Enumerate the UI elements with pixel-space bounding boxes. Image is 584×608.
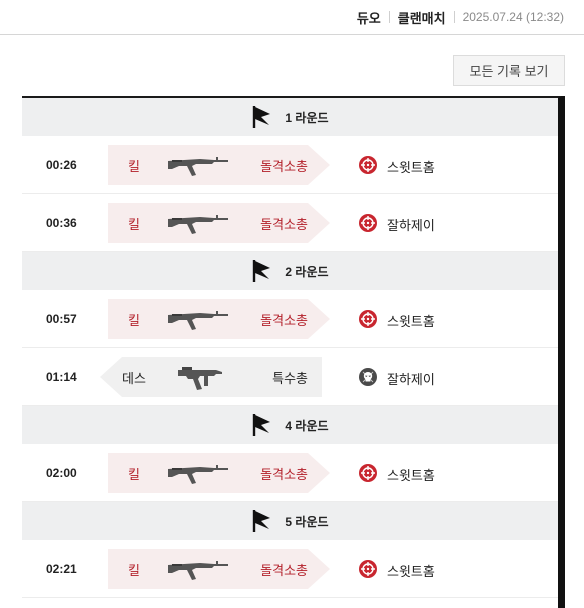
match-type: 클랜매치 <box>397 10 446 26</box>
weapon-class-label: 돌격소총 <box>260 158 308 174</box>
kill-event-row[interactable]: 02:21 킬 돌격소총 스윗트홈 <box>22 540 558 598</box>
player-name[interactable]: 스윗트홈 <box>387 157 435 176</box>
event-time: 00:57 <box>46 312 77 326</box>
round-label: 1 라운드 <box>285 110 329 125</box>
kill-plate: 킬 돌격소총 <box>108 145 330 185</box>
kill-plate: 킬 돌격소총 <box>108 453 330 493</box>
kill-plate: 킬 돌격소총 <box>108 203 330 243</box>
crosshair-icon <box>359 214 377 232</box>
event-type-label: 데스 <box>122 370 146 386</box>
crosshair-icon <box>359 310 377 328</box>
weapon-class-label: 돌격소총 <box>260 466 308 482</box>
flag-icon <box>251 259 285 283</box>
event-time: 01:14 <box>46 370 77 384</box>
kill-event-row[interactable]: 02:00 킬 돌격소총 스윗트홈 <box>22 444 558 502</box>
assault-rifle-icon <box>166 211 230 238</box>
weapon-class-label: 돌격소총 <box>260 562 308 578</box>
flag-icon <box>251 413 285 437</box>
flag-icon <box>251 105 285 129</box>
crosshair-icon <box>359 156 377 174</box>
crosshair-icon <box>359 464 377 482</box>
scrollbar[interactable] <box>561 96 565 608</box>
round-header: 5 라운드 <box>22 502 558 540</box>
player-name[interactable]: 스윗트홈 <box>387 465 435 484</box>
death-event-row[interactable]: 01:14 데스 특수총 잘하제이 <box>22 348 558 406</box>
kill-event-row[interactable]: 00:57 킬 돌격소총 스윗트홈 <box>22 290 558 348</box>
player-name[interactable]: 잘하제이 <box>387 215 435 234</box>
flag-icon <box>251 509 285 533</box>
weapon-class-label: 돌격소총 <box>260 312 308 328</box>
round-label: 4 라운드 <box>285 418 329 433</box>
header-divider <box>453 11 455 23</box>
event-type-label: 킬 <box>128 158 140 174</box>
match-mode: 듀오 <box>356 10 381 26</box>
weapon-class-label: 돌격소총 <box>260 216 308 232</box>
kill-plate: 킬 돌격소총 <box>108 549 330 589</box>
player-name[interactable]: 스윗트홈 <box>387 561 435 580</box>
round-label: 5 라운드 <box>285 514 329 529</box>
match-date: 2025.07.24 (12:32) <box>462 10 564 24</box>
event-type-label: 킬 <box>128 312 140 328</box>
assault-rifle-icon <box>166 461 230 488</box>
round-timeline: 1 라운드 00:26 킬 돌격소총 스윗트홈 00:36 킬 돌격소총 잘하제이 2 라운드 00… <box>22 96 562 608</box>
event-type-label: 킬 <box>128 216 140 232</box>
event-type-label: 킬 <box>128 466 140 482</box>
assault-rifle-icon <box>166 557 230 584</box>
weapon-class-label: 특수총 <box>272 370 308 386</box>
round-header: 4 라운드 <box>22 406 558 444</box>
kill-event-row[interactable]: 00:36 킬 돌격소총 잘하제이 <box>22 194 558 252</box>
event-time: 02:21 <box>46 562 77 576</box>
crosshair-icon <box>359 560 377 578</box>
kill-plate: 킬 돌격소총 <box>108 299 330 339</box>
submachine-gun-icon <box>176 365 224 394</box>
event-time: 00:36 <box>46 216 77 230</box>
event-type-label: 킬 <box>128 562 140 578</box>
view-all-records-button[interactable]: 모든 기록 보기 <box>453 55 565 86</box>
round-label: 2 라운드 <box>285 264 329 279</box>
event-time: 00:26 <box>46 158 77 172</box>
header-divider <box>388 11 390 23</box>
player-name[interactable]: 잘하제이 <box>387 369 435 388</box>
event-time: 02:00 <box>46 466 77 480</box>
round-header: 2 라운드 <box>22 252 558 290</box>
skull-icon <box>359 368 377 386</box>
player-name[interactable]: 스윗트홈 <box>387 311 435 330</box>
death-plate: 데스 특수총 <box>100 357 322 397</box>
assault-rifle-icon <box>166 153 230 180</box>
assault-rifle-icon <box>166 307 230 334</box>
kill-event-row[interactable]: 00:26 킬 돌격소총 스윗트홈 <box>22 136 558 194</box>
match-header: 듀오 클랜매치 2025.07.24 (12:32) <box>0 0 584 35</box>
round-header: 1 라운드 <box>22 98 558 136</box>
